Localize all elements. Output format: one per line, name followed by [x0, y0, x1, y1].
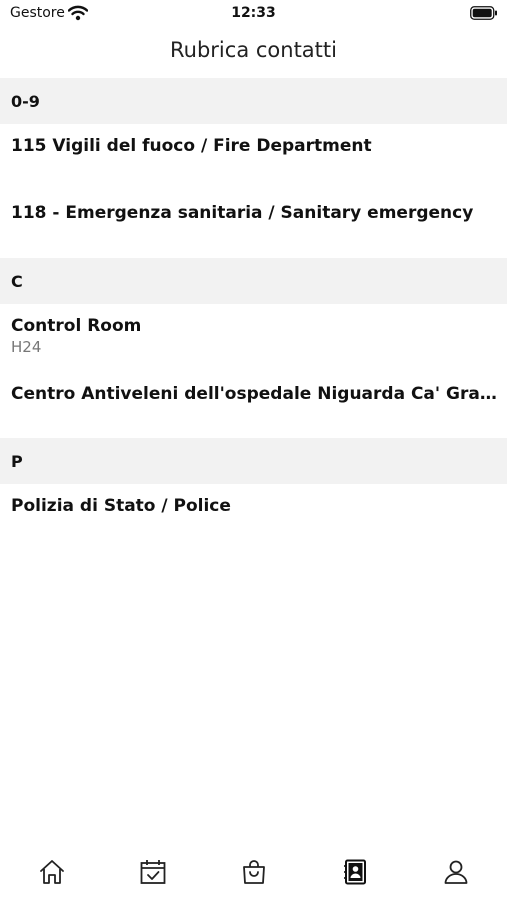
contact-list: 0-9 115 Vigili del fuoco / Fire Departme…	[0, 78, 507, 534]
contact-name: Centro Antiveleni dell'ospedale Niguarda…	[11, 384, 507, 404]
contact-name: 118 - Emergenza sanitaria / Sanitary eme…	[11, 203, 474, 223]
contact-row-emergenza-sanitaria[interactable]: 118 - Emergenza sanitaria / Sanitary eme…	[0, 191, 507, 258]
contact-row-control-room[interactable]: Control Room H24	[0, 304, 507, 372]
contact-row-vigili-del-fuoco[interactable]: 115 Vigili del fuoco / Fire Department	[0, 124, 507, 191]
tab-bar	[0, 838, 507, 900]
status-time: 12:33	[231, 5, 276, 21]
tab-home[interactable]	[32, 852, 72, 892]
battery-icon	[470, 6, 497, 20]
calendar-check-icon	[140, 860, 166, 884]
contact-name: Control Room	[11, 316, 142, 336]
shopping-bag-icon	[243, 860, 265, 884]
contact-name: 115 Vigili del fuoco / Fire Department	[11, 136, 372, 156]
user-icon	[444, 860, 468, 884]
tab-contacts[interactable]	[335, 852, 375, 892]
status-bar: Gestore 12:33	[0, 0, 507, 30]
tab-calendar[interactable]	[133, 852, 173, 892]
section-header-0-9: 0-9	[0, 78, 507, 124]
page-title: Rubrica contatti	[170, 38, 337, 62]
contact-name: Polizia di Stato / Police	[11, 496, 231, 516]
contact-row-polizia[interactable]: Polizia di Stato / Police	[0, 484, 507, 534]
contact-subtitle: H24	[11, 338, 42, 356]
section-header-p: P	[0, 438, 507, 484]
contact-row-centro-antiveleni[interactable]: Centro Antiveleni dell'ospedale Niguarda…	[0, 372, 507, 438]
section-header-c: C	[0, 258, 507, 304]
tab-profile[interactable]	[436, 852, 476, 892]
tab-shop[interactable]	[234, 852, 274, 892]
contacts-book-icon	[344, 859, 366, 885]
home-icon	[40, 860, 64, 884]
